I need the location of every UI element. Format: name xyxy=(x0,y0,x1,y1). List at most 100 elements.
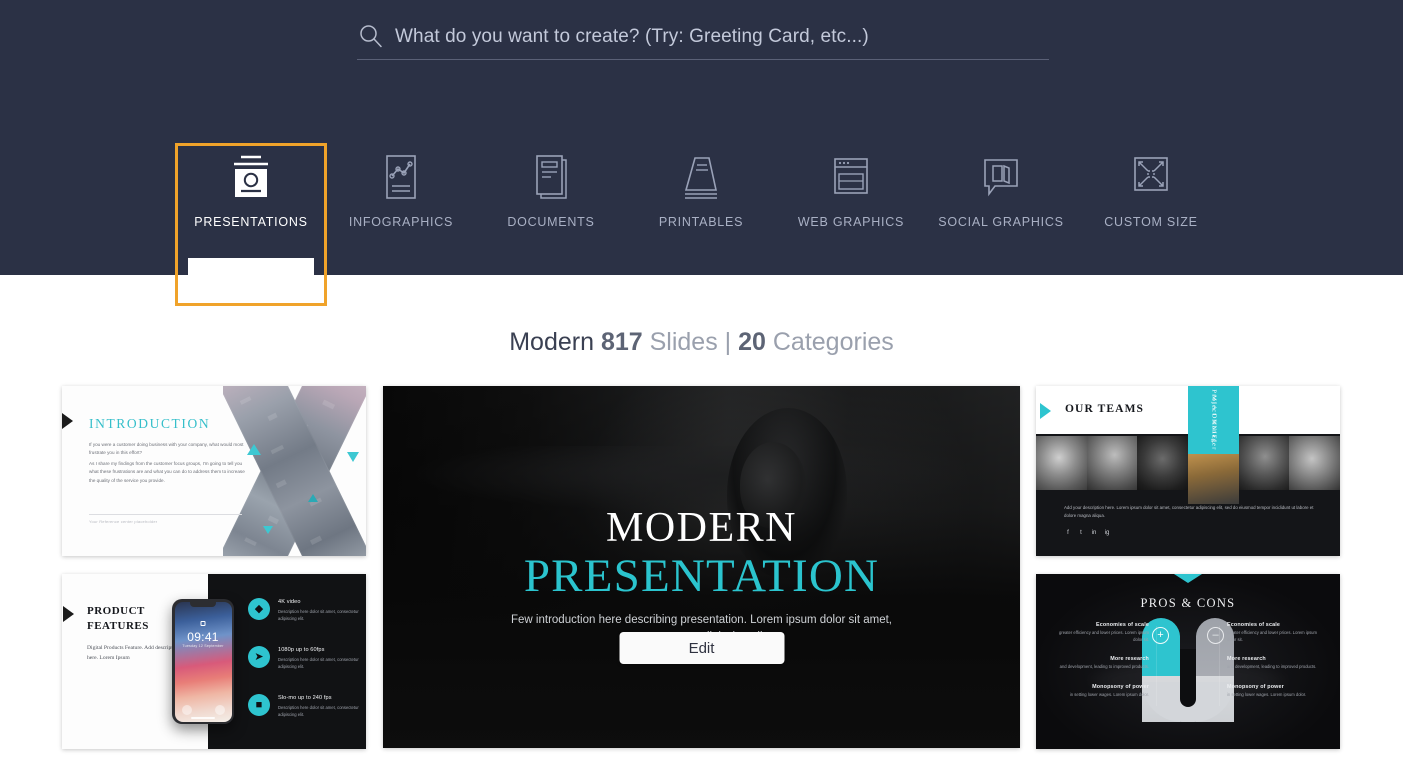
active-tab-indicator xyxy=(188,258,314,275)
preview-title-line2: PRESENTATION xyxy=(523,550,880,602)
nav-item-social-graphics[interactable]: SOCIAL GRAPHICS xyxy=(926,143,1076,263)
team-photo xyxy=(1086,436,1138,490)
feature-desc: Description here dolor sit amet, consect… xyxy=(278,609,359,621)
main-preview-card[interactable]: MODERN PRESENTATION Few introduction her… xyxy=(383,386,1020,748)
gift-icon: ■ xyxy=(248,694,270,716)
feature-desc: Description here dolor sit amet, consect… xyxy=(278,705,359,717)
nav-item-printables[interactable]: PRINTABLES xyxy=(626,143,776,263)
play-arrow-icon xyxy=(63,606,74,622)
cons-desc: in setting lower wages. Lorem ipsum dolo… xyxy=(1227,692,1307,698)
nav-label-web-graphics: WEB GRAPHICS xyxy=(797,215,905,229)
document-stack-icon xyxy=(476,143,626,215)
trapezoid-pages-icon xyxy=(626,143,776,215)
team-photo xyxy=(1238,436,1290,490)
pros-item: Economies of scale greater efficiency an… xyxy=(1054,622,1149,643)
slides-word: Slides xyxy=(649,328,718,356)
slides-count: 817 xyxy=(600,328,643,356)
cons-desc: greater efficiency and lower prices. Lor… xyxy=(1227,630,1317,642)
nav-item-infographics[interactable]: INFOGRAPHICS xyxy=(326,143,476,263)
feature-item: ◆ 4K video Description here dolor sit am… xyxy=(248,596,363,630)
play-arrow-icon xyxy=(62,413,73,429)
slide-title: PRODUCT FEATURES xyxy=(87,605,149,632)
thumbnail-pros-cons[interactable]: PROS & CONS + – Economies of scale great… xyxy=(1036,574,1340,749)
nav-label-printables: PRINTABLES xyxy=(658,215,744,229)
nav-label-social-graphics: SOCIAL GRAPHICS xyxy=(938,215,1064,229)
cons-desc: and development, leading to improved pro… xyxy=(1227,664,1317,670)
cons-item: Economies of scale greater efficiency an… xyxy=(1227,622,1322,643)
edit-button[interactable]: Edit xyxy=(619,632,784,664)
pros-title: More research xyxy=(1110,656,1149,663)
nav-label-presentations: PRESENTATIONS xyxy=(194,215,308,229)
search-input[interactable] xyxy=(395,16,1045,58)
team-photo xyxy=(1289,436,1340,490)
thumbnail-product-features[interactable]: PRODUCT FEATURES Digital Products Featur… xyxy=(62,574,366,749)
camera-icon xyxy=(214,704,225,715)
facebook-icon: f xyxy=(1067,530,1069,536)
gallery-title: Modern 817 Slides | 20 Categories xyxy=(0,328,1403,357)
resize-arrows-icon xyxy=(1076,143,1226,215)
nav-label-documents: DOCUMENTS xyxy=(507,215,595,229)
cons-column: Economies of scale greater efficiency an… xyxy=(1227,622,1322,712)
team-photo xyxy=(1036,436,1087,490)
phone-time: 09:41 xyxy=(187,629,219,644)
categories-count: 20 xyxy=(738,328,766,356)
linkedin-icon: in xyxy=(1091,530,1097,536)
member-role: Project Manager xyxy=(1210,389,1217,451)
pros-title: Monopsony of power xyxy=(1092,684,1149,691)
nav-label-custom-size: CUSTOM SIZE xyxy=(1104,215,1198,229)
nav-item-presentations[interactable]: PRESENTATIONS xyxy=(176,143,326,263)
divider xyxy=(89,514,242,515)
feature-desc: Description here dolor sit amet, consect… xyxy=(278,657,359,669)
pros-desc: in setting lower wages. Lorem ipsum dolo… xyxy=(1069,692,1149,698)
play-arrow-icon xyxy=(1040,403,1051,419)
cons-title: Economies of scale xyxy=(1227,622,1281,628)
featured-member-name-banner: MIA DANIEL Project Manager xyxy=(1188,386,1239,454)
top-header-bar: PRESENTATIONS INFOGRAPHICS xyxy=(0,0,1403,275)
slide-title: INTRODUCTION xyxy=(89,416,211,431)
browser-window-icon xyxy=(776,143,926,215)
search-icon xyxy=(360,25,382,48)
feature-title: 4K video xyxy=(278,599,301,605)
minus-icon: – xyxy=(1207,627,1224,644)
title-separator: | xyxy=(724,328,732,356)
pros-item: Monopsony of power in setting lower wage… xyxy=(1054,684,1149,699)
feature-title: Slo-mo up to 240 fps xyxy=(278,695,332,701)
thumbnail-our-teams[interactable]: OUR TEAMS MIA DANIEL Project Manager Add… xyxy=(1036,386,1340,556)
plus-icon: + xyxy=(1152,627,1169,644)
thumbnail-introduction[interactable]: INTRODUCTION If you were a customer doin… xyxy=(62,386,366,556)
presentation-board-icon xyxy=(176,143,326,215)
nav-item-web-graphics[interactable]: WEB GRAPHICS xyxy=(776,143,926,263)
cons-title: Monopsony of power xyxy=(1227,684,1284,691)
phone-date: Tuesday 12 September xyxy=(182,643,224,648)
phone-mockup: 09:41 Tuesday 12 September xyxy=(172,599,234,724)
search-bar[interactable] xyxy=(357,16,1049,60)
pros-column: Economies of scale greater efficiency an… xyxy=(1054,622,1149,712)
team-photo xyxy=(1137,436,1189,490)
diamond-icon: ◆ xyxy=(248,598,270,620)
feature-item: ■ Slo-mo up to 240 fps Description here … xyxy=(248,692,363,726)
pros-desc: greater efficiency and lower prices. Lor… xyxy=(1059,630,1149,642)
social-icons-row: f t in ig xyxy=(1064,529,1111,537)
speech-bubble-cards-icon xyxy=(926,143,1076,215)
category-nav: PRESENTATIONS INFOGRAPHICS DOCUMENTS PRI… xyxy=(0,143,1403,263)
triangle-tab-icon xyxy=(1174,574,1202,583)
slide-title: PROS & CONS xyxy=(1140,596,1236,610)
nav-label-infographics: INFOGRAPHICS xyxy=(348,215,454,229)
feature-title: 1080p up to 60fps xyxy=(278,647,325,653)
slide-paragraph: As I share my findings from the customer… xyxy=(89,461,245,483)
pros-title: Economies of scale xyxy=(1095,622,1149,628)
nav-item-documents[interactable]: DOCUMENTS xyxy=(476,143,626,263)
triangle-accent xyxy=(347,452,359,462)
nav-item-custom-size[interactable]: CUSTOM SIZE xyxy=(1076,143,1226,263)
phone-notch xyxy=(190,601,216,607)
pros-desc: and development, leading to improved pro… xyxy=(1059,664,1149,670)
instagram-icon: ig xyxy=(1104,530,1110,536)
divider xyxy=(1156,626,1157,706)
paper-plane-icon: ➤ xyxy=(248,646,270,668)
lock-icon xyxy=(200,620,206,626)
gallery-name: Modern xyxy=(509,328,594,356)
slide-description: Add your description here. Lorem ipsum d… xyxy=(1064,505,1314,518)
divider xyxy=(1219,626,1220,706)
home-indicator xyxy=(191,717,215,719)
flashlight-icon xyxy=(181,704,192,715)
